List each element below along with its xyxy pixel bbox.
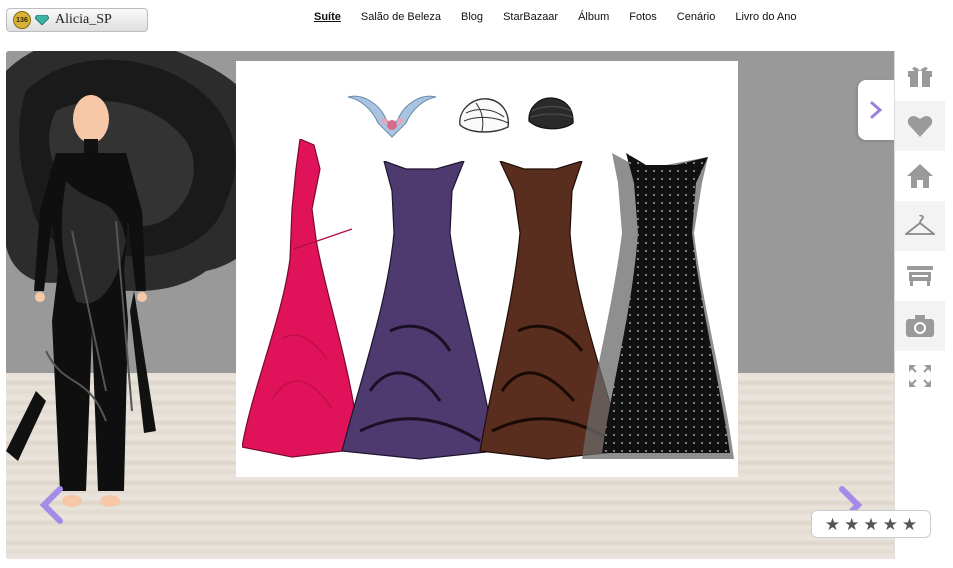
shop-icon [907, 266, 933, 286]
heart-button[interactable] [895, 101, 945, 151]
level-badge: 136 [13, 11, 31, 29]
gift-button[interactable] [895, 51, 945, 101]
camera-icon [906, 315, 934, 337]
shop-button[interactable] [895, 251, 945, 301]
nav-blog[interactable]: Blog [461, 11, 483, 23]
chevron-right-icon [870, 101, 883, 119]
nav-fotos[interactable]: Fotos [629, 11, 657, 23]
purple-gown[interactable] [340, 161, 500, 461]
black-sparkle-gown[interactable] [572, 153, 738, 463]
previous-arrow-icon[interactable] [36, 485, 66, 525]
hanger-button[interactable] [895, 201, 945, 251]
tiara-accessory[interactable] [346, 91, 438, 141]
fullscreen-button[interactable] [895, 351, 945, 401]
right-sidebar [894, 51, 945, 559]
user-profile-pill[interactable]: 136 Alicia_SP [6, 8, 148, 32]
username: Alicia_SP [55, 12, 112, 27]
suite-stage [6, 51, 894, 559]
nav-starbazaar[interactable]: StarBazaar [503, 11, 558, 23]
home-icon [907, 164, 933, 188]
nav-livro-do-ano[interactable]: Livro do Ano [735, 11, 796, 23]
heart-icon [907, 116, 933, 137]
white-turban-accessory[interactable] [456, 95, 512, 137]
outfit-display-panel [236, 61, 738, 477]
diamond-icon [35, 15, 49, 25]
top-navigation: Suíte Salão de Beleza Blog StarBazaar Ál… [314, 11, 796, 23]
camera-button[interactable] [895, 301, 945, 351]
nav-salao[interactable]: Salão de Beleza [361, 11, 441, 23]
nav-cenario[interactable]: Cenário [677, 11, 716, 23]
star-icon[interactable]: ★ [883, 516, 898, 533]
star-icon[interactable]: ★ [825, 516, 840, 533]
hanger-icon [905, 215, 935, 235]
black-turban-accessory[interactable] [526, 95, 576, 133]
nav-suite[interactable]: Suíte [314, 11, 341, 23]
star-icon[interactable]: ★ [863, 516, 878, 533]
star-rating[interactable]: ★ ★ ★ ★ ★ [811, 510, 931, 538]
home-button[interactable] [895, 151, 945, 201]
fullscreen-icon [909, 365, 931, 387]
nav-album[interactable]: Álbum [578, 11, 609, 23]
star-icon[interactable]: ★ [902, 516, 917, 533]
star-icon[interactable]: ★ [844, 516, 859, 533]
gift-icon [908, 67, 932, 87]
avatar-model [6, 95, 156, 507]
panel-expand-tab[interactable] [858, 80, 894, 140]
